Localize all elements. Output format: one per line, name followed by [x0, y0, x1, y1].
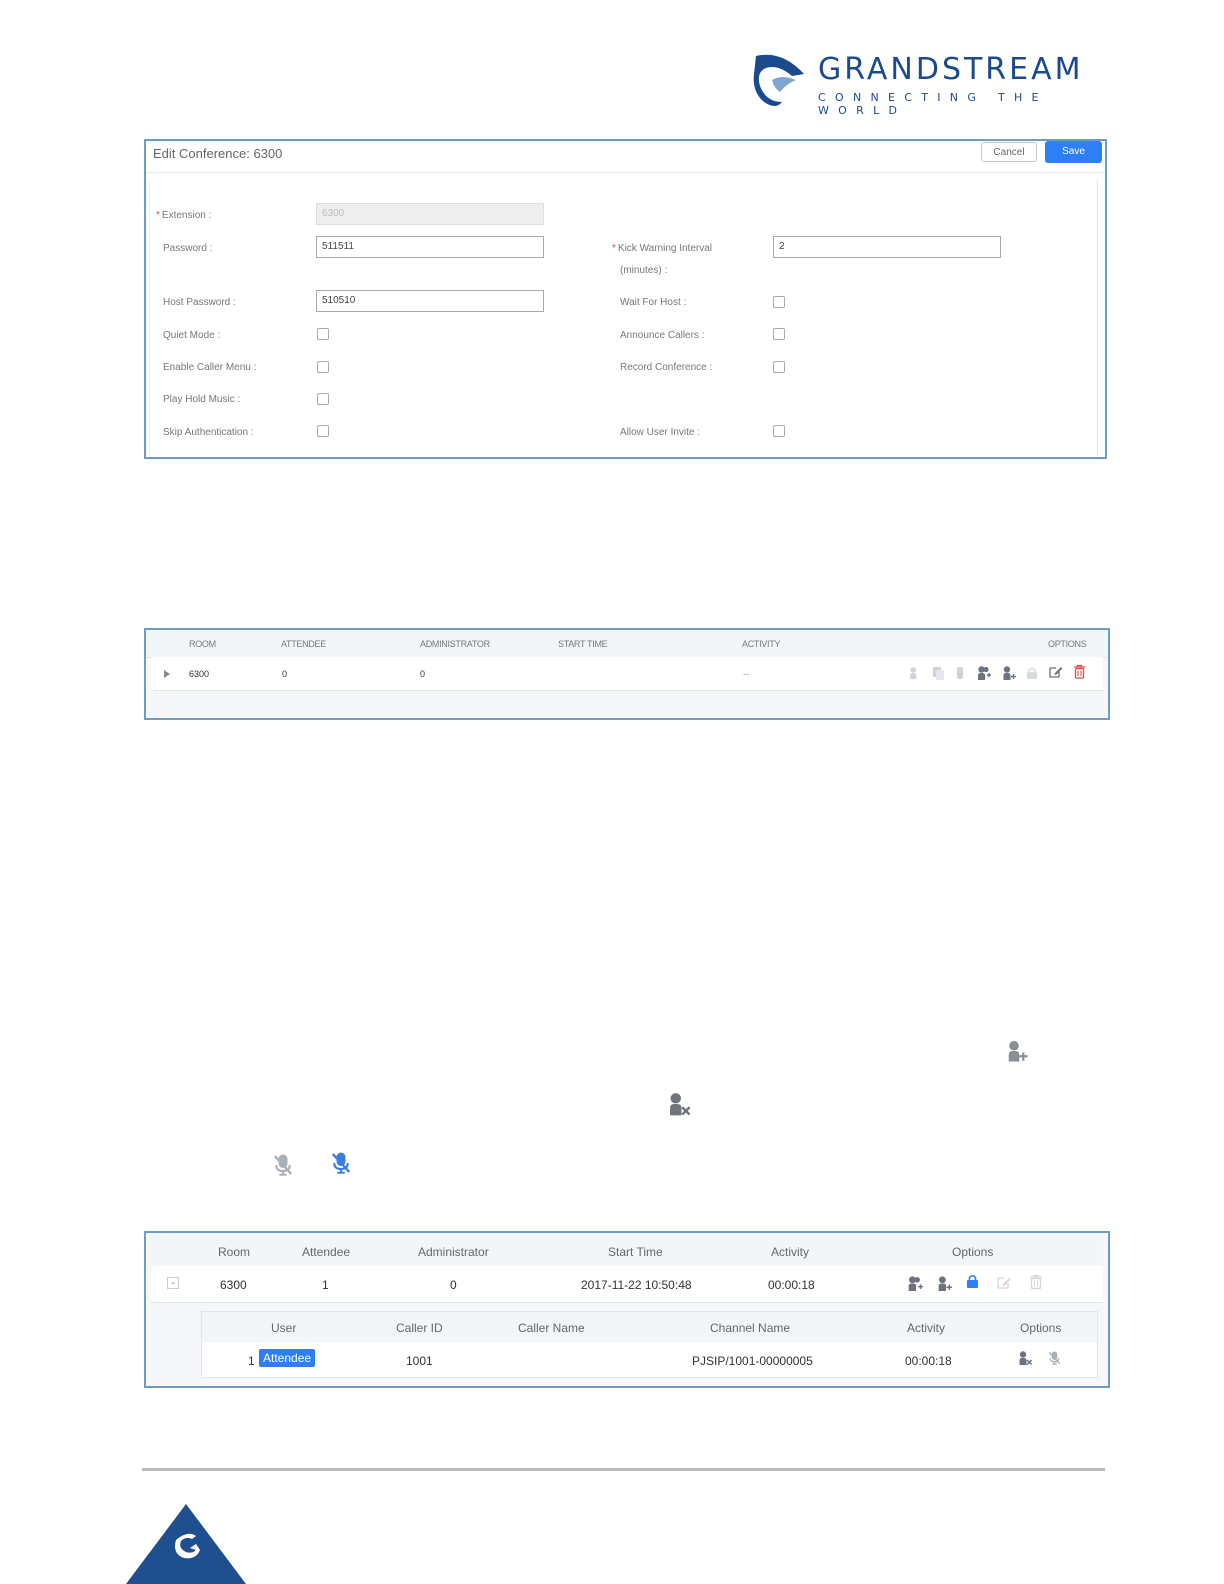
activity-cell: 00:00:18	[905, 1354, 952, 1368]
extension-label: * Extension :	[156, 210, 212, 221]
column-header-options: OPTIONS	[1048, 639, 1087, 649]
copy-icon[interactable]	[931, 666, 945, 680]
collapse-button[interactable]: -	[167, 1277, 179, 1289]
activity-cell: 00:00:18	[768, 1278, 815, 1292]
edit-icon[interactable]	[1048, 664, 1063, 679]
invite-participant-icon[interactable]	[936, 1275, 953, 1292]
logo-tagline: CONNECTING THE WORLD	[818, 91, 1048, 117]
column-header-activity: Activity	[771, 1245, 810, 1259]
expand-arrow-icon[interactable]	[164, 670, 170, 678]
invite-participant-icon	[1004, 1039, 1028, 1063]
announce-callers-checkbox[interactable]	[773, 328, 785, 340]
column-header-attendee: Attendee	[302, 1245, 351, 1259]
attendee-cell: 0	[282, 669, 288, 679]
column-header-attendee: ATTENDEE	[281, 639, 326, 649]
room-cell: 6300	[189, 669, 210, 679]
conference-rooms-table: ROOM ATTENDEE ADMINISTRATOR START TIME A…	[144, 628, 1110, 720]
play-hold-music-label: Play Hold Music :	[163, 394, 241, 405]
host-password-field[interactable]: 510510	[316, 290, 544, 312]
host-password-label: Host Password :	[163, 297, 236, 308]
column-header-options: Options	[952, 1245, 994, 1259]
skip-authentication-checkbox[interactable]	[317, 425, 329, 437]
save-button[interactable]: Save	[1045, 141, 1102, 163]
mute-icon	[271, 1152, 295, 1178]
grandstream-logo-icon	[753, 54, 804, 106]
allow-user-invite-label: Allow User Invite :	[620, 427, 701, 438]
column-header-caller-name: Caller Name	[518, 1321, 585, 1335]
participants-subtable: User Caller ID Caller Name Channel Name …	[201, 1311, 1098, 1378]
edit-panel-header: Edit Conference: 6300 Cancel Save	[146, 141, 1105, 173]
start-time-cell: 2017-11-22 10:50:48	[581, 1278, 692, 1292]
page-title: Edit Conference: 6300	[153, 146, 283, 161]
invite-multiple-icon[interactable]	[905, 1275, 924, 1292]
footer-divider	[142, 1468, 1105, 1471]
logo-wordmark: GRANDSTREAM	[818, 52, 1084, 87]
lock-icon[interactable]	[966, 1274, 979, 1288]
kick-warning-interval-field[interactable]: 2	[773, 236, 1001, 258]
column-header-caller-id: Caller ID	[396, 1321, 443, 1335]
column-header-options: Options	[1020, 1321, 1062, 1335]
active-conference-table: Room Attendee Administrator Start Time A…	[144, 1231, 1110, 1388]
announce-callers-label: Announce Callers :	[620, 330, 705, 341]
wait-for-host-checkbox[interactable]	[773, 296, 785, 308]
play-hold-music-checkbox[interactable]	[317, 393, 329, 405]
grandstream-logo: GRANDSTREAM CONNECTING THE WORLD	[752, 50, 1132, 117]
enable-caller-menu-label: Enable Caller Menu :	[163, 362, 257, 373]
column-header-activity: ACTIVITY	[742, 639, 781, 649]
column-header-administrator: Administrator	[418, 1245, 489, 1259]
unmute-icon	[329, 1150, 353, 1176]
attendee-badge: Attendee	[259, 1349, 316, 1367]
column-header-user: User	[271, 1321, 297, 1335]
administrator-cell: 0	[450, 1278, 457, 1292]
kick-user-icon[interactable]	[1017, 1350, 1033, 1366]
column-header-start-time: Start Time	[608, 1245, 663, 1259]
administrator-cell: 0	[420, 669, 426, 679]
lock-icon[interactable]	[1026, 667, 1038, 679]
password-label: Password :	[163, 243, 213, 254]
table-header: ROOM ATTENDEE ADMINISTRATOR START TIME A…	[146, 630, 1108, 658]
allow-user-invite-checkbox[interactable]	[773, 425, 785, 437]
subtable-header: User Caller ID Caller Name Channel Name …	[202, 1312, 1097, 1342]
footer-corner-logo-icon	[126, 1504, 246, 1584]
kick-user-icon[interactable]	[908, 666, 922, 680]
column-header-administrator: ADMINISTRATOR	[420, 639, 490, 649]
kick-warning-label-unit: (minutes) :	[620, 265, 668, 276]
attendee-cell: 1	[322, 1278, 329, 1292]
invite-multiple-icon[interactable]	[975, 665, 992, 681]
participant-index: 1	[248, 1354, 255, 1368]
kick-warning-label: * Kick Warning Interval	[612, 243, 713, 254]
edit-form	[149, 180, 1098, 457]
edit-icon[interactable]	[996, 1274, 1012, 1290]
edit-conference-panel: Edit Conference: 6300 Cancel Save * Exten…	[144, 139, 1107, 459]
delete-icon[interactable]	[1073, 664, 1086, 679]
cancel-button[interactable]: Cancel	[981, 142, 1037, 162]
password-field[interactable]: 511511	[316, 236, 544, 258]
column-header-activity: Activity	[907, 1321, 946, 1335]
mute-icon[interactable]	[1047, 1350, 1062, 1366]
room-cell: 6300	[220, 1278, 247, 1292]
quiet-mode-checkbox[interactable]	[317, 328, 329, 340]
enable-caller-menu-checkbox[interactable]	[317, 361, 329, 373]
quiet-mode-label: Quiet Mode :	[163, 330, 221, 341]
activity-cell: --	[743, 669, 749, 679]
delete-icon[interactable]	[1029, 1274, 1043, 1290]
column-header-room: Room	[218, 1245, 251, 1259]
channel-name-cell: PJSIP/1001-00000005	[692, 1354, 813, 1368]
mute-all-icon[interactable]	[954, 666, 968, 680]
table-row: - 6300 1 0 2017-11-22 10:50:48 00:00:18	[151, 1266, 1103, 1303]
column-header-room: ROOM	[189, 639, 216, 649]
record-conference-checkbox[interactable]	[773, 361, 785, 373]
skip-authentication-label: Skip Authentication :	[163, 427, 254, 438]
column-header-channel-name: Channel Name	[710, 1321, 791, 1335]
column-header-start-time: START TIME	[558, 639, 608, 649]
table-row: 6300 0 0 --	[151, 657, 1103, 691]
caller-id-cell: 1001	[406, 1354, 433, 1368]
invite-participant-icon[interactable]	[1001, 665, 1017, 681]
record-conference-label: Record Conference :	[620, 362, 713, 373]
wait-for-host-label: Wait For Host :	[620, 297, 687, 308]
kick-user-icon	[666, 1091, 691, 1116]
extension-field[interactable]: 6300	[316, 203, 544, 225]
table-header: Room Attendee Administrator Start Time A…	[151, 1233, 1103, 1266]
